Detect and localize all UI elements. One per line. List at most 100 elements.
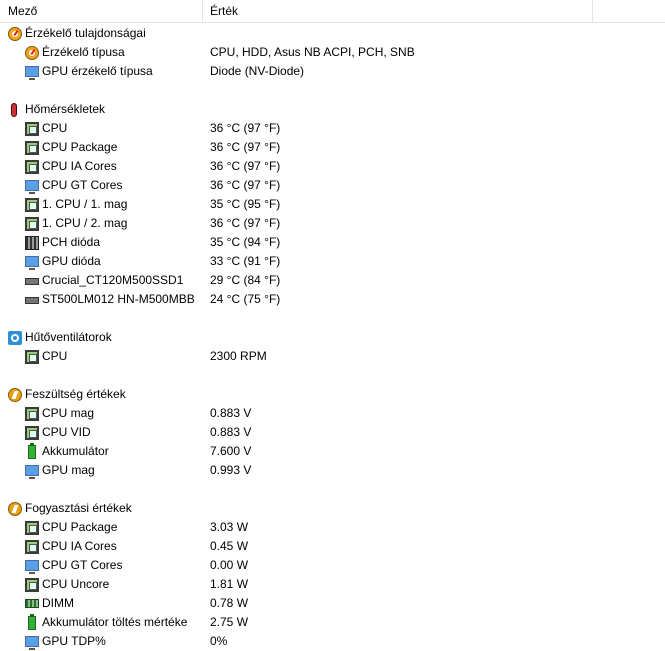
chip-icon (25, 160, 39, 174)
sensor-label: CPU Package (42, 140, 118, 154)
sensor-value: 36 °C (97 °F) (210, 140, 281, 154)
sensor-label: CPU Package (42, 520, 118, 534)
sensor-value: 0.00 W (210, 558, 249, 572)
sensor-row[interactable]: CPU 2300 RPM (0, 347, 665, 366)
group-header[interactable]: Hőmérsékletek (0, 100, 665, 119)
chip-icon (25, 540, 39, 554)
sensor-value: 2300 RPM (210, 349, 267, 363)
sensor-row[interactable]: GPU érzékelő típusa Diode (NV-Diode) (0, 62, 665, 81)
group-header[interactable]: Fogyasztási értékek (0, 499, 665, 518)
group-header[interactable]: Hűtőventilátorok (0, 328, 665, 347)
monitor-icon (25, 465, 39, 479)
sensor-value: 36 °C (97 °F) (210, 178, 281, 192)
sensor-label: Crucial_CT120M500SSD1 (42, 273, 184, 287)
sensor-value: 7.600 V (210, 444, 252, 458)
sensor-row[interactable]: Érzékelő típusa CPU, HDD, Asus NB ACPI, P… (0, 43, 665, 62)
dimm-icon (25, 599, 39, 608)
sensor-row[interactable]: CPU Package 3.03 W (0, 518, 665, 537)
sensor-row[interactable]: 1. CPU / 2. mag 36 °C (97 °F) (0, 214, 665, 233)
chip-icon (25, 217, 39, 231)
sensor-row[interactable]: GPU TDP% 0% (0, 632, 665, 651)
sensor-row[interactable]: CPU Uncore 1.81 W (0, 575, 665, 594)
chip-icon (25, 350, 39, 364)
group-title: Fogyasztási értékek (25, 501, 132, 515)
sensor-label: ST500LM012 HN-M500MBB (42, 292, 195, 306)
sensor-row[interactable]: CPU IA Cores 0.45 W (0, 537, 665, 556)
sensor-label: 1. CPU / 2. mag (42, 216, 128, 230)
sensor-value: 35 °C (94 °F) (210, 235, 281, 249)
sensor-value: 0.883 V (210, 406, 252, 420)
sensor-label: 1. CPU / 1. mag (42, 197, 128, 211)
chip-icon (25, 521, 39, 535)
sensor-label: DIMM (42, 596, 74, 610)
hdd-icon (25, 278, 39, 285)
chip-icon (25, 578, 39, 592)
sensor-value: 29 °C (84 °F) (210, 273, 281, 287)
monitor-icon (25, 560, 39, 574)
sensor-label: GPU dióda (42, 254, 101, 268)
chip-icon (25, 426, 39, 440)
column-divider[interactable] (592, 0, 593, 22)
battery-icon (28, 614, 36, 630)
column-header-value[interactable]: Érték (210, 0, 238, 22)
chip-icon (25, 198, 39, 212)
sensor-row[interactable]: PCH dióda 35 °C (94 °F) (0, 233, 665, 252)
monitor-icon (25, 180, 39, 194)
sensor-row[interactable]: CPU 36 °C (97 °F) (0, 119, 665, 138)
monitor-icon (25, 66, 39, 80)
sensor-label: CPU VID (42, 425, 91, 439)
sensor-row[interactable]: CPU VID 0.883 V (0, 423, 665, 442)
gauge-icon (25, 46, 39, 60)
sensor-row[interactable]: CPU GT Cores 0.00 W (0, 556, 665, 575)
sensor-value: 0% (210, 634, 228, 648)
sensor-row[interactable]: DIMM 0.78 W (0, 594, 665, 613)
sensor-label: CPU GT Cores (42, 178, 123, 192)
sensor-label: Érzékelő típusa (42, 45, 125, 59)
sensor-label: Akkumulátor (42, 444, 109, 458)
battery-icon (28, 443, 36, 459)
sensor-label: Akkumulátor töltés mértéke (42, 615, 188, 629)
sensor-row[interactable]: GPU dióda 33 °C (91 °F) (0, 252, 665, 271)
sensor-row[interactable]: GPU mag 0.993 V (0, 461, 665, 480)
sensor-row[interactable]: CPU Package 36 °C (97 °F) (0, 138, 665, 157)
sensor-label: CPU Uncore (42, 577, 110, 591)
sensor-value: 36 °C (97 °F) (210, 121, 281, 135)
sensor-label: CPU (42, 349, 68, 363)
sensor-label: GPU TDP% (42, 634, 106, 648)
monitor-icon (25, 256, 39, 270)
column-divider[interactable] (202, 0, 203, 22)
group-title: Feszültség értékek (25, 387, 126, 401)
sensor-value: 0.993 V (210, 463, 252, 477)
sensor-row[interactable]: Akkumulátor töltés mértéke 2.75 W (0, 613, 665, 632)
sensor-row[interactable]: ST500LM012 HN-M500MBB 24 °C (75 °F) (0, 290, 665, 309)
sensor-row[interactable]: CPU GT Cores 36 °C (97 °F) (0, 176, 665, 195)
group-title: Hűtőventilátorok (25, 330, 112, 344)
sensor-row[interactable]: CPU IA Cores 36 °C (97 °F) (0, 157, 665, 176)
sensor-value: 33 °C (91 °F) (210, 254, 281, 268)
monitor-icon (25, 636, 39, 650)
sensor-value: 36 °C (97 °F) (210, 159, 281, 173)
bolt-icon (8, 388, 22, 402)
fan-icon (8, 331, 22, 345)
sensor-value: 2.75 W (210, 615, 249, 629)
sensor-row[interactable]: 1. CPU / 1. mag 35 °C (95 °F) (0, 195, 665, 214)
sensor-row[interactable]: Akkumulátor 7.600 V (0, 442, 665, 461)
group-header[interactable]: Feszültség értékek (0, 385, 665, 404)
sensor-label: CPU GT Cores (42, 558, 123, 572)
thermometer-icon (11, 103, 17, 117)
sensor-label: CPU IA Cores (42, 159, 117, 173)
chip-icon (25, 407, 39, 421)
chip-icon (25, 122, 39, 136)
sensor-value: Diode (NV-Diode) (210, 64, 305, 78)
sensor-value: 3.03 W (210, 520, 249, 534)
column-header-field[interactable]: Mező (8, 0, 37, 22)
sensor-value: 0.78 W (210, 596, 249, 610)
group-header[interactable]: Érzékelő tulajdonságai (0, 24, 665, 43)
sensor-row[interactable]: Crucial_CT120M500SSD1 29 °C (84 °F) (0, 271, 665, 290)
sensor-value: 36 °C (97 °F) (210, 216, 281, 230)
sensor-value: 0.45 W (210, 539, 249, 553)
sensor-value: 0.883 V (210, 425, 252, 439)
sensor-row[interactable]: CPU mag 0.883 V (0, 404, 665, 423)
group-title: Érzékelő tulajdonságai (25, 26, 146, 40)
sensor-label: CPU mag (42, 406, 95, 420)
